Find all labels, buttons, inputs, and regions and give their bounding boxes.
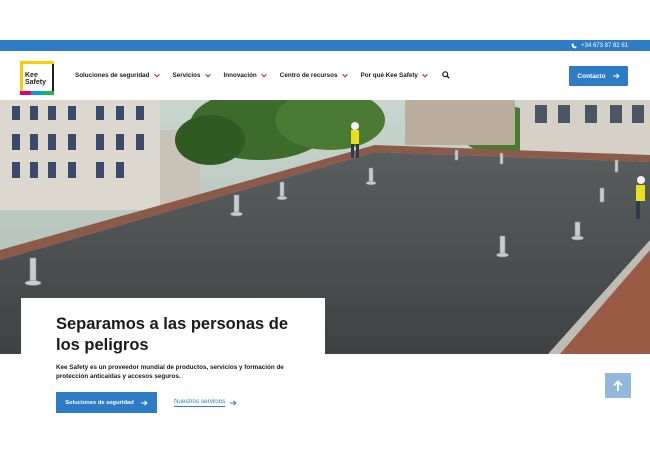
top-bar: +34 673 87 82 61 — [0, 40, 650, 51]
phone-link[interactable]: +34 673 87 82 61 — [571, 40, 628, 51]
chevron-down-icon — [204, 73, 211, 77]
hero-card: Separamos a las personas de los peligros… — [21, 298, 325, 458]
chevron-down-icon — [261, 73, 267, 77]
search-icon[interactable] — [442, 71, 450, 79]
main-nav: Soluciones de seguridad Servicios Innova… — [75, 71, 450, 79]
phone-number: +34 673 87 82 61 — [581, 42, 628, 49]
our-services-label: Nuestros servicios — [174, 398, 226, 407]
hero-headline: Separamos a las personas de los peligros — [56, 315, 289, 354]
logo-color-strip — [20, 91, 54, 95]
logo-text: Kee Safety — [25, 72, 46, 86]
nav-item-centro-recursos[interactable]: Centro de recursos — [280, 72, 348, 79]
hero-lead: Kee Safety es un proveedor mundial de pr… — [56, 364, 284, 380]
contact-button-label: Contacto — [577, 72, 606, 80]
nav-item-label: Servicios — [172, 71, 201, 79]
phone-icon — [571, 43, 577, 48]
chevron-down-icon — [422, 73, 428, 77]
our-services-link[interactable]: Nuestros servicios — [174, 398, 238, 407]
contact-button[interactable]: Contacto — [569, 66, 628, 86]
logo-line-2: Safety — [25, 79, 47, 86]
nav-item-label: Centro de recursos — [279, 71, 338, 79]
arrow-right-icon — [230, 400, 238, 405]
nav-item-soluciones[interactable]: Soluciones de seguridad — [75, 72, 160, 79]
arrow-right-icon — [612, 73, 620, 79]
arrow-right-icon — [140, 400, 148, 405]
nav-item-innovacion[interactable]: Innovación — [224, 72, 267, 79]
header: Kee Safety Soluciones de seguridad Servi… — [0, 51, 650, 100]
nav-item-label: Soluciones de seguridad — [75, 71, 150, 79]
kee-safety-logo[interactable]: Kee Safety — [20, 61, 54, 95]
scroll-to-top-button[interactable] — [605, 373, 631, 398]
nav-item-servicios[interactable]: Servicios — [173, 72, 211, 79]
nav-item-label: Innovación — [223, 71, 257, 79]
chevron-down-icon — [153, 73, 160, 77]
page: +34 673 87 82 61 Kee Safety Soluciones d… — [0, 0, 650, 458]
safety-solutions-button[interactable]: Soluciones de seguridad — [56, 392, 157, 413]
chevron-down-icon — [341, 73, 348, 77]
arrow-up-icon — [613, 379, 623, 391]
nav-item-por-que[interactable]: Por qué Kee Safety — [361, 72, 428, 79]
safety-solutions-label: Soluciones de seguridad — [65, 399, 134, 406]
logo-line-1: Kee — [25, 72, 38, 79]
nav-item-label: Por qué Kee Safety — [360, 71, 418, 79]
